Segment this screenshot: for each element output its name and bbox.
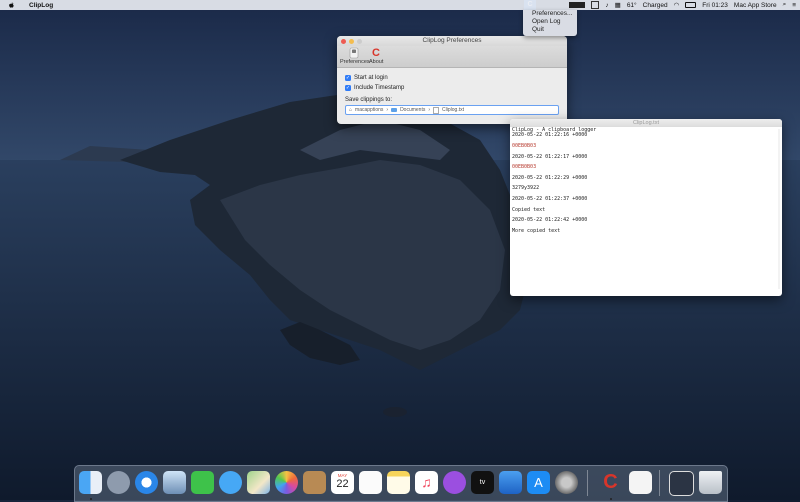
log-entry-timestamp: 2020-05-22 01:22:17 +0000 — [512, 153, 588, 160]
preferences-titlebar[interactable]: ClipLog Preferences — [337, 36, 567, 46]
cliplog-logo-icon: C — [372, 47, 380, 59]
document-icon — [433, 106, 440, 114]
photos-icon[interactable] — [275, 471, 298, 494]
reminders-icon[interactable] — [359, 471, 382, 494]
close-button[interactable] — [341, 38, 346, 44]
preview-icon[interactable] — [163, 471, 186, 494]
spotlight-search-icon[interactable]: ⌕ — [783, 1, 787, 9]
minimize-button[interactable] — [349, 38, 354, 44]
zoom-button[interactable] — [357, 38, 362, 44]
system-preferences-icon[interactable] — [555, 471, 578, 494]
log-entry-text: 00EB0B03 — [512, 143, 537, 149]
tab-about-label: About — [369, 59, 384, 65]
menu-item-open-log[interactable]: Open Log — [523, 18, 577, 26]
preferences-toolbar: Preferences C About — [337, 46, 567, 68]
path-segment-home[interactable]: macapptions — [355, 107, 383, 113]
log-entry-text: Copied text — [512, 206, 546, 213]
facetime-icon[interactable] — [191, 471, 214, 494]
maps-icon[interactable] — [247, 471, 270, 494]
notes-icon[interactable] — [387, 471, 410, 494]
podcasts-icon[interactable] — [443, 471, 466, 494]
safari-icon[interactable] — [135, 471, 158, 494]
textedit-icon[interactable] — [629, 471, 652, 494]
chevron-right-icon: › — [386, 107, 389, 113]
start-at-login-checkbox[interactable]: ✓ — [345, 75, 351, 81]
temperature-readout[interactable]: 61° — [627, 2, 637, 9]
music-note-icon[interactable]: ♪ — [605, 2, 608, 9]
clock[interactable]: Fri 01:23 — [702, 2, 728, 9]
messages-icon[interactable] — [219, 471, 242, 494]
status-bar-widget[interactable] — [569, 2, 586, 8]
log-scrollbar[interactable] — [778, 129, 780, 289]
store-menu-item[interactable]: Mac App Store — [734, 2, 777, 9]
finder-icon[interactable] — [79, 471, 102, 494]
contacts-icon[interactable] — [303, 471, 326, 494]
tab-about[interactable]: C About — [369, 46, 383, 65]
tab-preferences[interactable]: Preferences — [340, 46, 370, 65]
notification-center-icon[interactable]: ≡ — [792, 2, 796, 9]
launchpad-icon[interactable] — [107, 471, 130, 494]
log-entry-timestamp: 2020-05-22 01:22:29 +0000 — [512, 174, 588, 181]
log-entry-timestamp: 2020-05-22 01:22:16 +0000 — [512, 132, 588, 139]
start-at-login-label: Start at login — [354, 75, 388, 81]
app-menu-title[interactable]: ClipLog — [29, 2, 53, 9]
include-timestamp-row[interactable]: ✓ Include Timestamp — [345, 85, 559, 91]
calendar-icon[interactable]: MAY 22 — [331, 471, 354, 494]
save-location-label: Save clippings to: — [345, 97, 393, 103]
chevron-right-icon: › — [428, 107, 431, 113]
app-store-icon[interactable]: A — [527, 471, 550, 494]
cliplog-status-menu: Preferences... Open Log Quit — [523, 10, 577, 36]
include-timestamp-label: Include Timestamp — [354, 85, 405, 91]
keynote-icon[interactable] — [499, 471, 522, 494]
dock: MAY 22 ♫ tv A C — [74, 465, 728, 502]
log-entry-text: More copied text — [512, 227, 561, 234]
log-titlebar[interactable]: ClipLog.txt — [510, 119, 782, 127]
log-entry-timestamp: 2020-05-22 01:22:42 +0000 — [512, 217, 588, 224]
menu-bar: ClipLog ♪ ▦ 61° Charged ◠ Fri 01:23 Mac … — [0, 0, 800, 10]
log-entry-text: 3279y3922 — [512, 185, 540, 192]
switch-icon — [349, 47, 359, 59]
home-folder-icon: ⌂ — [349, 107, 353, 113]
status-widget-icon[interactable] — [591, 1, 600, 9]
preferences-window: ClipLog Preferences Preferences C About … — [337, 36, 567, 124]
start-at-login-row[interactable]: ✓ Start at login — [345, 75, 559, 81]
tab-preferences-label: Preferences — [340, 59, 370, 65]
calendar-day: 22 — [336, 478, 349, 490]
battery-icon[interactable] — [685, 2, 697, 8]
save-path-control[interactable]: ⌂ macapptions › Documents › Cliplog.txt — [345, 105, 559, 115]
log-entry-timestamp: 2020-05-22 01:22:37 +0000 — [512, 195, 588, 202]
cliplog-dock-icon[interactable]: C — [599, 471, 622, 494]
path-segment-file[interactable]: Cliplog.txt — [442, 107, 464, 113]
grid-icon[interactable]: ▦ — [615, 1, 621, 9]
folder-icon — [391, 108, 398, 112]
preferences-window-title: ClipLog Preferences — [422, 37, 482, 44]
log-window-title: ClipLog.txt — [633, 120, 659, 126]
trash-icon[interactable] — [699, 471, 722, 494]
menu-item-quit[interactable]: Quit — [523, 26, 577, 34]
log-entry-text: 00EB0B03 — [512, 164, 537, 171]
preferences-content: ✓ Start at login ✓ Include Timestamp Sav… — [337, 68, 567, 120]
dock-separator — [587, 470, 588, 496]
include-timestamp-checkbox[interactable]: ✓ — [345, 85, 351, 91]
apple-menu-icon[interactable] — [8, 1, 15, 9]
log-window: ClipLog.txt ClipLog - A clipboard logger… — [510, 119, 782, 296]
path-segment-documents[interactable]: Documents — [400, 107, 425, 113]
menu-item-preferences[interactable]: Preferences... — [523, 10, 577, 18]
wifi-icon[interactable]: ◠ — [674, 1, 680, 9]
music-icon[interactable]: ♫ — [415, 471, 438, 494]
battery-status-text[interactable]: Charged — [643, 2, 668, 9]
screenshot-icon[interactable] — [669, 471, 694, 496]
tv-icon[interactable]: tv — [471, 471, 494, 494]
log-text-view[interactable]: ClipLog - A clipboard logger 2020-05-22 … — [510, 127, 782, 235]
dock-separator — [659, 470, 660, 496]
